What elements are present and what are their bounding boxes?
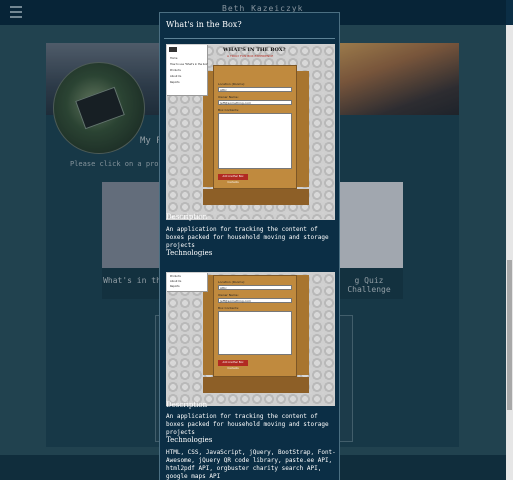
field-label: Location (Rooms): xyxy=(218,280,246,284)
screenshot-subheading: A TRULY FUN BOX EXPERIENCE xyxy=(227,54,274,58)
menu-item: Home xyxy=(170,57,178,60)
field-label: Owner Name: xyxy=(218,293,239,297)
field-input: Attic xyxy=(218,87,292,92)
field-textarea xyxy=(218,311,292,355)
project-screenshot: Location (Rooms): Attic Owner Name: Jeff… xyxy=(166,44,335,220)
add-box-button: Add Another Box Contents xyxy=(218,174,248,184)
field-input: Jeff@something.com xyxy=(218,298,292,303)
screenshot-heading: WHAT'S IN THE BOX? xyxy=(223,47,286,53)
modal-title: What's in the Box? xyxy=(166,20,242,29)
box-flap xyxy=(203,189,309,205)
menu-item: Reports xyxy=(170,81,180,84)
field-label: Owner Name: xyxy=(218,95,239,99)
menu-item: Reports xyxy=(170,285,180,288)
box-form: Location (Rooms): Attic Owner Name: Jeff… xyxy=(213,275,297,377)
technologies-heading: Technologies xyxy=(166,436,213,444)
box-flap xyxy=(203,377,309,393)
technologies-text: HTML, CSS, JavaScript, jQuery, BootStrap… xyxy=(166,449,336,480)
box-flap xyxy=(295,71,309,187)
modal-divider xyxy=(164,38,335,39)
scrollbar-track[interactable] xyxy=(506,25,513,480)
screenshot-menu: Products About Us Reports xyxy=(167,273,208,292)
field-input: Attic xyxy=(218,285,292,290)
description-text: An application for tracking the content … xyxy=(166,413,329,436)
menu-item: Products xyxy=(170,69,181,72)
menu-item: How to use 'What's in the box' xyxy=(170,63,208,66)
description-heading: Description xyxy=(166,213,208,221)
field-label: Box Contents: xyxy=(218,108,240,112)
scrollbar-thumb[interactable] xyxy=(507,260,512,410)
description-heading: Description xyxy=(166,401,208,409)
box-form: Location (Rooms): Attic Owner Name: Jeff… xyxy=(213,65,297,189)
field-label: Location (Rooms): xyxy=(218,82,246,86)
menu-icon xyxy=(169,47,177,52)
field-label: Box Contents: xyxy=(218,306,240,310)
technologies-heading: Technologies xyxy=(166,249,213,257)
screenshot-menu: Home How to use 'What's in the box' Prod… xyxy=(167,45,208,96)
project-modal: What's in the Box? Location (Rooms): Att… xyxy=(159,12,340,480)
menu-item: About Us xyxy=(170,75,182,78)
field-input: Jeff@something.com xyxy=(218,100,292,105)
menu-item: About Us xyxy=(170,280,182,283)
project-screenshot: Location (Rooms): Attic Owner Name: Jeff… xyxy=(166,272,335,406)
add-box-button: Add Another Box Contents xyxy=(218,360,248,370)
menu-item: Products xyxy=(170,275,181,278)
box-flap xyxy=(295,275,309,375)
description-text: An application for tracking the content … xyxy=(166,226,329,249)
field-textarea xyxy=(218,113,292,169)
